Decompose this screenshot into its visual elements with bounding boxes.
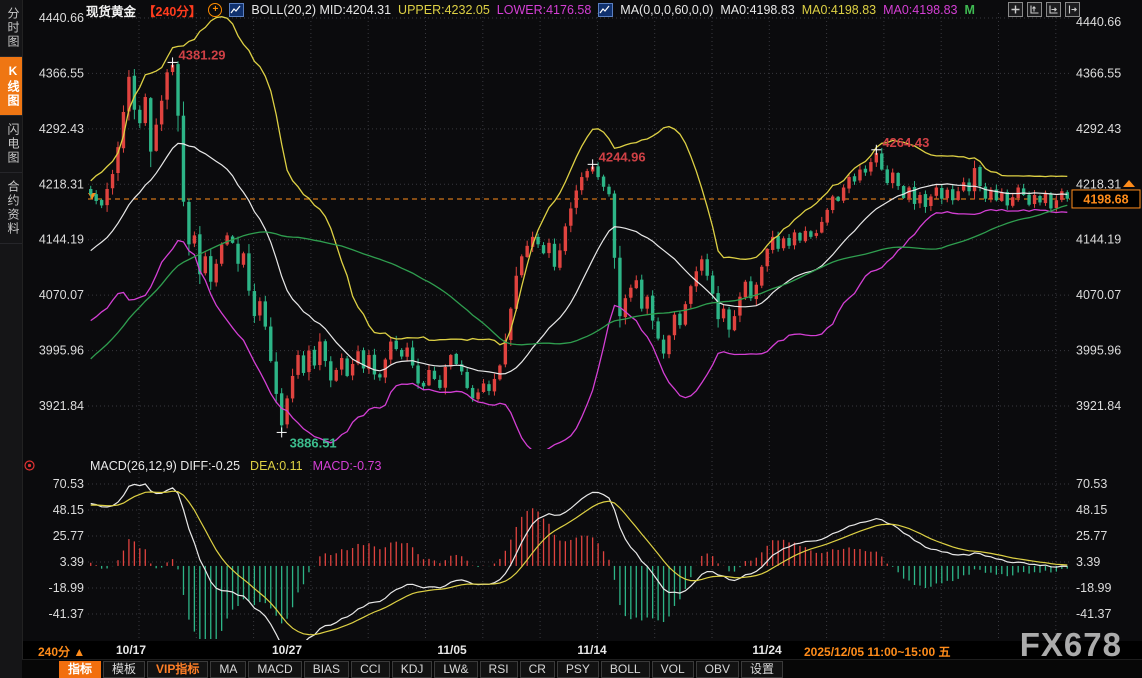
svg-text:4440.66: 4440.66 (1076, 15, 1121, 29)
pane-next-icon[interactable] (1065, 2, 1080, 17)
svg-text:70.53: 70.53 (1076, 477, 1107, 491)
toolbar-button-bias[interactable]: BIAS (304, 661, 349, 678)
svg-text:4218.31: 4218.31 (1076, 177, 1121, 191)
svg-text:25.77: 25.77 (1076, 529, 1107, 543)
kline-chart[interactable]: 4381.29 3886.51 4244.96 4264.43 4440.66 4440.… (0, 0, 1142, 678)
toolbar-button-boll[interactable]: BOLL (601, 661, 650, 678)
toolbar-button-rsi[interactable]: RSI (480, 661, 518, 678)
macd-params: MACD(26,12,9) DIFF:-0.25 (90, 459, 240, 473)
svg-text:48.15: 48.15 (53, 503, 84, 517)
record-dot-icon[interactable] (23, 459, 36, 477)
svg-text:3921.84: 3921.84 (1076, 399, 1121, 413)
toolbar-button-settings[interactable]: 设置 (741, 661, 783, 678)
svg-text:70.53: 70.53 (53, 477, 84, 491)
svg-text:3.39: 3.39 (1076, 555, 1100, 569)
x-axis-tick: 10/27 (272, 643, 302, 657)
candlestick-layer (89, 61, 1069, 432)
svg-text:4244.96: 4244.96 (599, 149, 646, 164)
svg-text:3886.51: 3886.51 (290, 435, 337, 450)
toolbar-button-cci[interactable]: CCI (351, 661, 390, 678)
timeframe-label[interactable]: 240分 ▲ (38, 643, 85, 660)
trading-app-window: 4381.29 3886.51 4244.96 4264.43 4440.66 4440.… (0, 0, 1142, 678)
ma-chart-icon[interactable] (598, 3, 613, 17)
svg-text:4264.43: 4264.43 (882, 135, 929, 150)
svg-text:3.39: 3.39 (60, 555, 84, 569)
macd-header: MACD(26,12,9) DIFF:-0.25 DEA:0.11 MACD:-… (90, 459, 381, 473)
sidebar-tab-contract-info[interactable]: 合约资料 (0, 173, 22, 244)
svg-text:3921.84: 3921.84 (39, 399, 84, 413)
indicator-toolbar: 指标模板VIP指标MAMACDBIASCCIKDJLW&RSICRPSYBOLL… (22, 659, 1142, 678)
svg-text:4292.43: 4292.43 (1076, 122, 1121, 136)
boll-lower-value: LOWER:4176.58 (497, 3, 592, 17)
chart-window-controls (1008, 2, 1080, 17)
scale-right-icon[interactable] (1046, 2, 1061, 17)
add-indicator-icon[interactable]: + (208, 3, 222, 17)
macd-value: MACD:-0.73 (313, 459, 382, 473)
svg-text:4144.19: 4144.19 (39, 233, 84, 247)
toolbar-button-vip-indicator[interactable]: VIP指标 (147, 661, 208, 678)
ma0-magenta-value: MA0:4198.83 (883, 3, 957, 17)
sidebar-tab-time-share[interactable]: 分时图 (0, 0, 22, 57)
svg-text:4292.43: 4292.43 (39, 122, 84, 136)
svg-text:4440.66: 4440.66 (39, 11, 84, 25)
svg-text:4144.19: 4144.19 (1076, 233, 1121, 247)
x-axis-tick: 11/14 (577, 643, 606, 657)
svg-text:4070.07: 4070.07 (39, 288, 84, 302)
toolbar-button-psy[interactable]: PSY (557, 661, 599, 678)
svg-text:4381.29: 4381.29 (179, 47, 226, 62)
svg-text:-41.37: -41.37 (49, 607, 84, 621)
svg-text:-18.99: -18.99 (49, 581, 84, 595)
svg-text:4366.55: 4366.55 (1076, 66, 1121, 80)
macd-dea-value: DEA:0.11 (250, 459, 303, 473)
toolbar-button-lwr[interactable]: LW& (434, 661, 477, 678)
svg-text:-18.99: -18.99 (1076, 581, 1111, 595)
macd-layer (91, 484, 1068, 649)
toolbar-button-obv[interactable]: OBV (696, 661, 739, 678)
ma0-yellow-value: MA0:4198.83 (802, 3, 876, 17)
toolbar-button-cr[interactable]: CR (520, 661, 555, 678)
svg-text:4218.31: 4218.31 (39, 177, 84, 191)
period-badge: 【240分】 (143, 1, 201, 20)
svg-text:4198.68: 4198.68 (1083, 192, 1128, 206)
svg-text:3995.96: 3995.96 (39, 344, 84, 358)
ma-green-label: M (964, 3, 974, 17)
boll-values: BOLL(20,2) MID:4204.31 (251, 3, 391, 17)
ma-params: MA(0,0,0,60,0,0) (620, 3, 713, 17)
x-axis-tick: 11/05 (437, 643, 466, 657)
ma0-white-value: MA0:4198.83 (720, 3, 794, 17)
sidebar-tab-kline[interactable]: K线图 (0, 57, 22, 116)
svg-text:4366.55: 4366.55 (39, 66, 84, 80)
svg-text:3995.96: 3995.96 (1076, 344, 1121, 358)
toolbar-button-kdj[interactable]: KDJ (392, 661, 433, 678)
scale-up-icon[interactable] (1027, 2, 1042, 17)
boll-chart-icon[interactable] (229, 3, 244, 17)
svg-text:48.15: 48.15 (1076, 503, 1107, 517)
symbol-name: 现货黄金 (86, 1, 136, 20)
toolbar-button-ma[interactable]: MA (210, 661, 246, 678)
toolbar-button-macd[interactable]: MACD (248, 661, 301, 678)
chart-type-sidebar: 分时图K线图闪电图合约资料 (0, 0, 23, 678)
indicator-header: 现货黄金 【240分】 + BOLL(20,2) MID:4204.31 UPP… (86, 2, 975, 18)
boll-upper-value: UPPER:4232.05 (398, 3, 490, 17)
toolbar-button-vol[interactable]: VOL (652, 661, 694, 678)
svg-text:25.77: 25.77 (53, 529, 84, 543)
toolbar-button-indicator[interactable]: 指标 (59, 661, 101, 678)
toolbar-button-template[interactable]: 模板 (103, 661, 145, 678)
svg-text:4070.07: 4070.07 (1076, 288, 1121, 302)
x-axis-tick: 10/17 (116, 643, 146, 657)
svg-text:-41.37: -41.37 (1076, 607, 1111, 621)
sidebar-tab-flash[interactable]: 闪电图 (0, 116, 22, 173)
x-axis-tick: 11/24 (752, 643, 781, 657)
crosshair-pan-icon[interactable] (1008, 2, 1023, 17)
